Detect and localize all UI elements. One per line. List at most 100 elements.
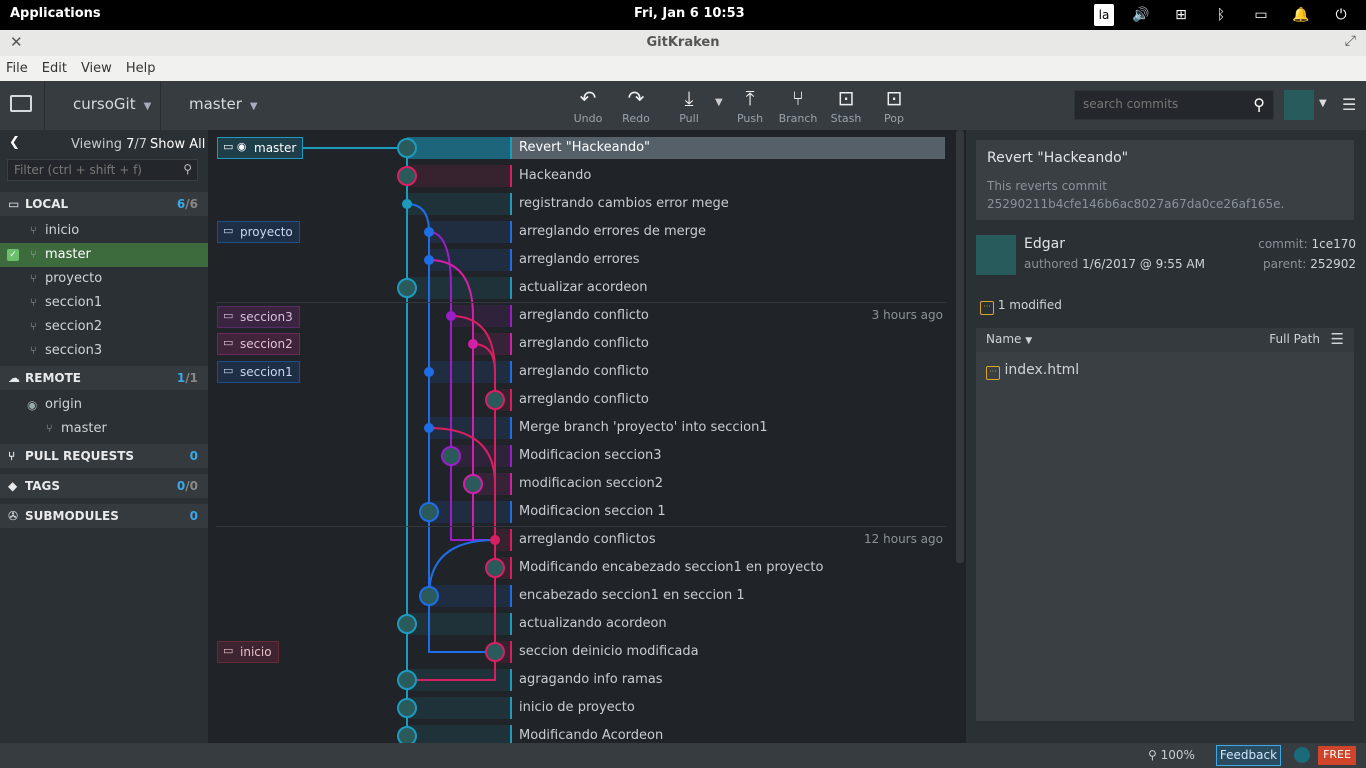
commit-row[interactable]: Hackeando: [510, 165, 945, 187]
commit-row[interactable]: inicio de proyecto: [510, 697, 945, 719]
pop-button[interactable]: ⊡ Pop: [872, 86, 916, 125]
commit-row[interactable]: modificacion seccion2: [510, 473, 945, 495]
commit-dot-node[interactable]: [468, 339, 478, 349]
commit-row[interactable]: Merge branch 'proyecto' into seccion1: [510, 417, 945, 439]
chevron-down-icon[interactable]: ▼: [1319, 98, 1327, 109]
show-all-button[interactable]: Show All: [150, 137, 205, 152]
sidebar-item-origin[interactable]: ◉ origin: [0, 393, 208, 417]
tags-section-header[interactable]: ◆ TAGS 0/0: [0, 474, 208, 498]
commit-row[interactable]: arreglando errores: [510, 249, 945, 271]
filter-input[interactable]: Filter (ctrl + shift + f) ⚲: [7, 159, 198, 181]
repo-selector[interactable]: cursoGit ▼: [73, 95, 151, 113]
commit-row[interactable]: actualizando acordeon: [510, 613, 945, 635]
commit-row[interactable]: arreglando conflicto: [510, 389, 945, 411]
commit-dot-node[interactable]: [490, 535, 500, 545]
commit-dot-node[interactable]: [424, 367, 434, 377]
pull-requests-section-header[interactable]: ⑂ PULL REQUESTS 0: [0, 444, 208, 468]
maximize-icon[interactable]: ⤢: [1345, 33, 1356, 49]
commit-row[interactable]: Modificando Acordeon: [510, 725, 945, 743]
collapse-sidebar-icon[interactable]: ❮: [9, 135, 20, 150]
commit-row[interactable]: Revert "Hackeando": [510, 137, 945, 159]
undo-button[interactable]: ↶ Undo: [566, 86, 610, 125]
commit-avatar-node[interactable]: [397, 670, 417, 690]
sidebar-item-master[interactable]: ✓ ⑂ master: [0, 243, 208, 267]
sidebar-item-seccion2[interactable]: ⑂ seccion2: [0, 315, 208, 339]
commit-avatar-node[interactable]: [419, 502, 439, 522]
commit-graph[interactable]: Revert "Hackeando" Hackeando registrando c…: [208, 130, 966, 743]
sidebar-item-proyecto[interactable]: ⑂ proyecto: [0, 267, 208, 291]
remote-section-header[interactable]: ☁ REMOTE 1/1: [0, 366, 208, 390]
commit-avatar-node[interactable]: [397, 726, 417, 743]
commit-dot-node[interactable]: [424, 227, 434, 237]
clock[interactable]: Fri, Jan 6 10:53: [634, 6, 745, 21]
commit-avatar-node[interactable]: [397, 278, 417, 298]
volume-icon[interactable]: 🔊: [1128, 4, 1154, 26]
full-path-toggle[interactable]: Full Path: [1269, 332, 1320, 346]
zoom-level[interactable]: ⚲ 100%: [1148, 748, 1195, 762]
list-view-icon[interactable]: ☰: [1331, 330, 1344, 348]
commit-row[interactable]: Modificacion seccion3: [510, 445, 945, 467]
name-sort-button[interactable]: Name ▼: [986, 332, 1032, 346]
commit-avatar-node[interactable]: [441, 446, 461, 466]
menu-file[interactable]: File: [6, 61, 28, 81]
keyboard-layout-indicator[interactable]: la: [1094, 4, 1114, 26]
commit-dot-node[interactable]: [402, 199, 412, 209]
commit-avatar-node[interactable]: [397, 698, 417, 718]
commit-avatar-node[interactable]: [397, 166, 417, 186]
commit-avatar-node[interactable]: [463, 474, 483, 494]
avatar[interactable]: [1284, 90, 1314, 120]
free-badge[interactable]: FREE: [1318, 746, 1356, 765]
commit-row[interactable]: actualizar acordeon: [510, 277, 945, 299]
commit-avatar-node[interactable]: [397, 138, 417, 158]
commit-row[interactable]: arreglando errores de merge: [510, 221, 945, 243]
submodules-section-header[interactable]: ✇ SUBMODULES 0: [0, 504, 208, 528]
commit-row[interactable]: registrando cambios error mege: [510, 193, 945, 215]
commit-dot-node[interactable]: [446, 311, 456, 321]
branch-label-seccion3[interactable]: ▭ seccion3: [217, 306, 300, 328]
branch-label-inicio[interactable]: ▭ inicio: [217, 641, 279, 663]
commit-row[interactable]: agragando info ramas: [510, 669, 945, 691]
local-section-header[interactable]: ▭ LOCAL 6/6: [0, 192, 208, 216]
sidebar-item-inicio[interactable]: ⑂ inicio: [0, 219, 208, 243]
commit-avatar-node[interactable]: [397, 614, 417, 634]
branch-label-master[interactable]: ▭ ◉ master: [217, 137, 304, 159]
commit-row[interactable]: seccion deinicio modificada: [510, 641, 945, 663]
folder-icon[interactable]: [10, 95, 32, 112]
feedback-button[interactable]: Feedback: [1216, 745, 1281, 766]
stash-button[interactable]: ⊡ Stash: [824, 86, 868, 125]
commit-dot-node[interactable]: [424, 423, 434, 433]
branch-label-seccion1[interactable]: ▭ seccion1: [217, 361, 300, 383]
menu-help[interactable]: Help: [126, 61, 156, 81]
commit-row[interactable]: encabezado seccion1 en seccion 1: [510, 585, 945, 607]
notifications-icon[interactable]: 🔔: [1288, 4, 1314, 26]
search-icon[interactable]: ⚲: [1253, 95, 1265, 114]
commit-dot-node[interactable]: [424, 255, 434, 265]
power-icon[interactable]: ⏻: [1328, 4, 1354, 26]
battery-icon[interactable]: ▭: [1248, 4, 1274, 26]
search-commits-input[interactable]: search commits ⚲: [1074, 90, 1274, 120]
network-icon[interactable]: ⊞: [1168, 4, 1194, 26]
commit-avatar-node[interactable]: [485, 558, 505, 578]
bluetooth-icon[interactable]: ᛒ: [1208, 4, 1234, 26]
commit-row[interactable]: arreglando conflictos 12 hours ago: [510, 529, 945, 551]
sidebar-item-seccion3[interactable]: ⑂ seccion3: [0, 339, 208, 363]
commit-sha[interactable]: commit: 1ce170: [1258, 237, 1356, 251]
redo-button[interactable]: ↷ Redo: [614, 86, 658, 125]
pull-button[interactable]: ⤓ Pull: [667, 86, 711, 125]
graph-scrollbar[interactable]: [956, 130, 964, 563]
pull-options-chevron-icon[interactable]: ▼: [715, 97, 723, 108]
commit-row[interactable]: arreglando conflicto: [510, 361, 945, 383]
commit-row[interactable]: arreglando conflicto: [510, 333, 945, 355]
hamburger-menu-icon[interactable]: ☰: [1342, 95, 1356, 114]
file-row[interactable]: ··· index.html: [986, 362, 1079, 380]
parent-sha[interactable]: parent: 252902: [1263, 257, 1356, 271]
applications-menu[interactable]: Applications: [10, 6, 101, 21]
commit-row[interactable]: Modificacion seccion 1: [510, 501, 945, 523]
commit-avatar-node[interactable]: [485, 642, 505, 662]
branch-label-proyecto[interactable]: ▭ proyecto: [217, 221, 300, 243]
branch-selector[interactable]: master ▼: [189, 95, 258, 113]
commit-row[interactable]: Modificando encabezado seccion1 en proye…: [510, 557, 945, 579]
commit-row[interactable]: arreglando conflicto 3 hours ago: [510, 305, 945, 327]
sidebar-item-origin-master[interactable]: ⑂ master: [0, 417, 208, 441]
menu-edit[interactable]: Edit: [42, 61, 67, 81]
